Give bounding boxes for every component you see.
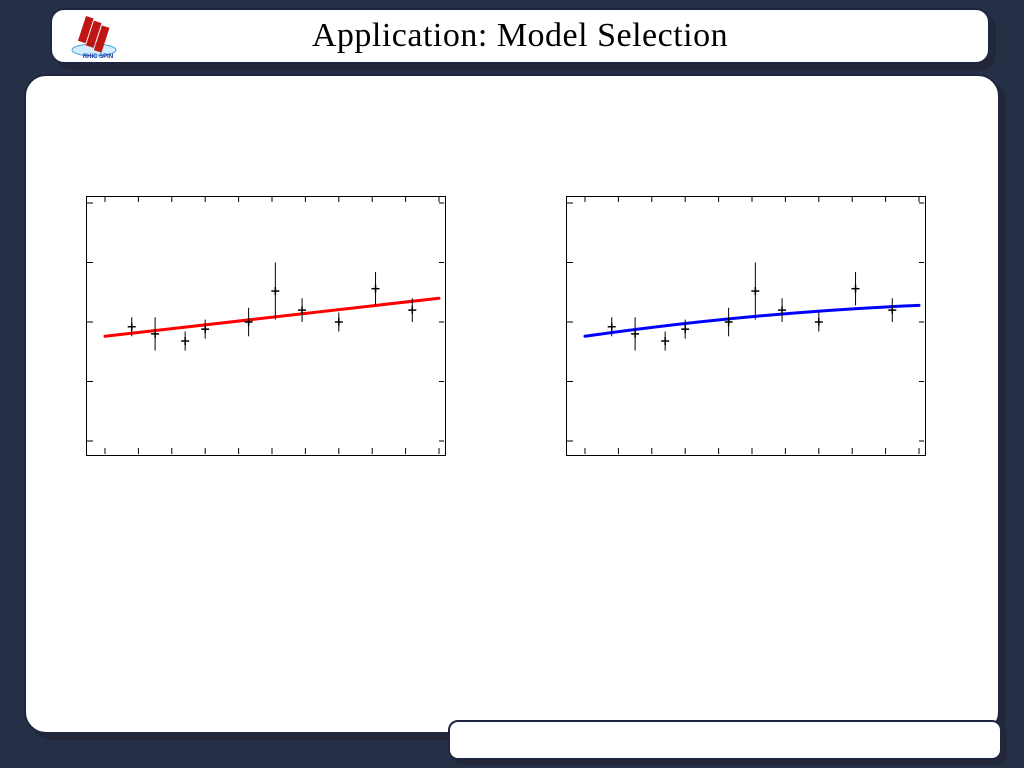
chart-linear-fit [86, 196, 446, 456]
chart-saturating-fit [566, 196, 926, 456]
footer-bar [448, 720, 1002, 760]
page-title: Application: Model Selection [312, 17, 728, 55]
logo-label: RHIC SPIN [83, 54, 113, 60]
rhic-spin-logo-icon: RHIC SPIN [66, 10, 130, 60]
title-bar: Application: Model Selection [50, 8, 990, 64]
content-frame [24, 74, 1000, 734]
slide: Application: Model Selection RHIC SPIN [0, 0, 1024, 768]
